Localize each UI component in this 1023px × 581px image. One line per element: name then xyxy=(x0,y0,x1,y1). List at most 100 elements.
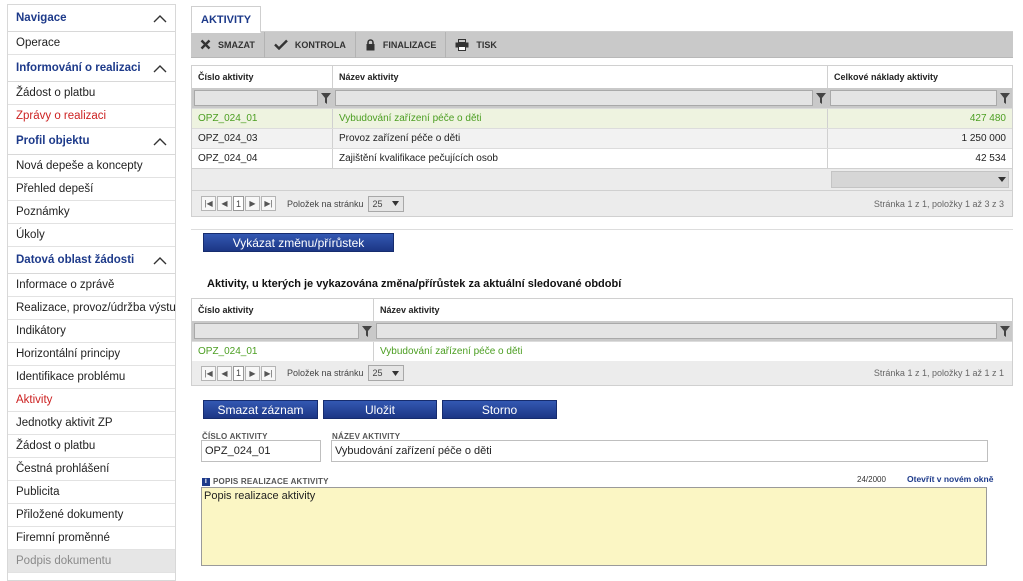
activity-name-field[interactable]: Vybudování zařízení péče o děti xyxy=(331,440,988,462)
sidebar-item-informace-o-zprave[interactable]: Informace o zprávě xyxy=(8,274,175,297)
filter-input-nazev[interactable] xyxy=(335,90,813,106)
column-select[interactable] xyxy=(831,171,1009,188)
sidebar-item-horizontalni-principy[interactable]: Horizontální principy xyxy=(8,343,175,366)
table-row[interactable]: OPZ_024_01 Vybudování zařízení péče o dě… xyxy=(192,341,1012,361)
cell-naklady: 427 480 xyxy=(969,113,1006,124)
sidebar-item-podpis-dokumentu: Podpis dokumentu xyxy=(8,550,175,573)
filter-icon[interactable] xyxy=(362,325,372,337)
table-header: Číslo aktivity Název aktivity Celkové ná… xyxy=(192,66,1012,88)
per-page-select[interactable]: 25 xyxy=(367,365,404,381)
filter-input-cislo[interactable] xyxy=(194,323,359,339)
close-icon xyxy=(200,39,211,50)
filter-icon[interactable] xyxy=(816,92,826,104)
prev-page-icon[interactable]: ◀ xyxy=(217,196,232,211)
filter-input-cislo[interactable] xyxy=(194,90,318,106)
column-header-naklady[interactable]: Celkové náklady aktivity xyxy=(828,66,1012,88)
column-header-nazev[interactable]: Název aktivity xyxy=(374,299,1012,321)
table-row[interactable]: OPZ_024_04 Zajištění kvalifikace pečujíc… xyxy=(192,148,1012,168)
sidebar-item-indikatory[interactable]: Indikátory xyxy=(8,320,175,343)
cell-cislo: OPZ_024_03 xyxy=(192,129,333,148)
sidebar-item-identifikace-problemu[interactable]: Identifikace problému xyxy=(8,366,175,389)
sidebar-item-zadost-o-platbu[interactable]: Žádost o platbu xyxy=(8,82,175,105)
nav-section-navigace[interactable]: Navigace xyxy=(8,5,175,32)
report-change-button[interactable]: Vykázat změnu/přírůstek xyxy=(203,233,394,252)
sidebar-item-zadost-o-platbu-2[interactable]: Žádost o platbu xyxy=(8,435,175,458)
nav-section-informovani[interactable]: Informování o realizaci xyxy=(8,55,175,82)
description-label: i POPIS REALIZACE AKTIVITY xyxy=(202,477,329,486)
print-button[interactable]: TISK xyxy=(446,32,506,58)
nav-section-datova-oblast[interactable]: Datová oblast žádosti xyxy=(8,247,175,274)
cancel-button[interactable]: Storno xyxy=(442,400,557,419)
delete-button[interactable]: SMAZAT xyxy=(191,31,265,58)
sidebar-item-prilozene-dokumenty[interactable]: Přiložené dokumenty xyxy=(8,504,175,527)
sidebar-item-firemni-promenne[interactable]: Firemní proměnné xyxy=(8,527,175,550)
sidebar-item-operace[interactable]: Operace xyxy=(8,32,175,55)
save-button[interactable]: Uložit xyxy=(323,400,437,419)
filter-icon[interactable] xyxy=(1000,325,1010,337)
first-page-icon[interactable]: |◀ xyxy=(201,196,216,211)
sidebar-item-ukoly[interactable]: Úkoly xyxy=(8,224,175,247)
chevron-down-icon xyxy=(391,201,399,206)
description-textarea[interactable]: Popis realizace aktivity xyxy=(201,487,987,566)
sidebar-item-nova-depese[interactable]: Nová depeše a koncepty xyxy=(8,155,175,178)
per-page-select[interactable]: 25 xyxy=(367,195,404,212)
sidebar: Navigace Operace Informování o realizaci… xyxy=(7,4,176,581)
sidebar-item-poznamky[interactable]: Poznámky xyxy=(8,201,175,224)
cell-nazev: Provoz zařízení péče o děti xyxy=(333,129,828,148)
open-in-new-window-link[interactable]: Otevřít v novém okně xyxy=(907,474,993,484)
cell-nazev: Vybudování zařízení péče o děti xyxy=(333,109,828,128)
info-icon[interactable]: i xyxy=(202,477,210,486)
nav-section-profil-objektu[interactable]: Profil objektu xyxy=(8,128,175,155)
changed-activities-table: Číslo aktivity Název aktivity OPZ_024_01… xyxy=(191,298,1013,362)
column-header-cislo[interactable]: Číslo aktivity xyxy=(192,299,374,321)
sidebar-item-zpravy-o-realizaci[interactable]: Zprávy o realizaci xyxy=(8,105,175,128)
tab-aktivity[interactable]: AKTIVITY xyxy=(191,6,262,33)
sidebar-item-publicita[interactable]: Publicita xyxy=(8,481,175,504)
chevron-down-icon xyxy=(391,370,399,376)
cell-nazev: Zajištění kvalifikace pečujících osob xyxy=(333,149,828,168)
filter-row xyxy=(192,88,1012,108)
next-page-icon[interactable]: ▶ xyxy=(245,196,260,211)
chevron-up-icon xyxy=(153,256,167,264)
printer-icon xyxy=(455,38,469,51)
pager: |◀ ◀ 1 ▶ ▶| Položek na stránku 25 Stránk… xyxy=(191,361,1013,386)
filter-icon[interactable] xyxy=(1000,92,1010,104)
table-row[interactable]: OPZ_024_03 Provoz zařízení péče o děti 1… xyxy=(192,128,1012,148)
pager-info: Stránka 1 z 1, položky 1 až 3 z 3 xyxy=(873,198,1004,209)
section-title: Aktivity, u kterých je vykazována změna/… xyxy=(207,278,622,290)
table-row[interactable]: OPZ_024_01 Vybudování zařízení péče o dě… xyxy=(192,108,1012,128)
sidebar-item-prehled-depesi[interactable]: Přehled depeší xyxy=(8,178,175,201)
current-page[interactable]: 1 xyxy=(233,365,244,381)
toolbar: SMAZAT KONTROLA FINALIZACE TISK xyxy=(191,31,1013,58)
main-panel: AKTIVITY SMAZAT KONTROLA FINALIZACE TISK… xyxy=(191,4,1013,581)
filter-input-naklady[interactable] xyxy=(830,90,997,106)
delete-record-button[interactable]: Smazat záznam xyxy=(203,400,318,419)
filter-icon[interactable] xyxy=(321,92,331,104)
per-page-label: Položek na stránku xyxy=(287,368,364,378)
check-button[interactable]: KONTROLA xyxy=(265,31,356,58)
column-header-cislo[interactable]: Číslo aktivity xyxy=(192,66,333,88)
sidebar-item-realizace[interactable]: Realizace, provoz/údržba výstupu xyxy=(8,297,175,320)
prev-page-icon[interactable]: ◀ xyxy=(217,365,232,381)
finalize-button[interactable]: FINALIZACE xyxy=(356,31,447,58)
first-page-icon[interactable]: |◀ xyxy=(201,365,216,381)
lock-icon xyxy=(366,38,375,50)
cell-naklady: 1 250 000 xyxy=(961,133,1007,144)
activity-number-field[interactable]: OPZ_024_01 xyxy=(201,440,321,462)
column-header-nazev[interactable]: Název aktivity xyxy=(333,66,828,88)
filter-input-nazev[interactable] xyxy=(376,323,997,339)
tab-strip: AKTIVITY xyxy=(191,4,1013,33)
sidebar-item-aktivity[interactable]: Aktivity xyxy=(8,389,175,412)
last-page-icon[interactable]: ▶| xyxy=(261,365,276,381)
current-page[interactable]: 1 xyxy=(233,196,244,211)
chevron-down-icon xyxy=(998,177,1006,182)
last-page-icon[interactable]: ▶| xyxy=(261,196,276,211)
cell-nazev: Vybudování zařízení péče o děti xyxy=(380,346,523,357)
horizontal-scroll-area xyxy=(192,168,1012,190)
cell-naklady: 42 534 xyxy=(975,153,1006,164)
pager-info: Stránka 1 z 1, položky 1 až 1 z 1 xyxy=(873,368,1004,378)
sidebar-item-cestna-prohlaseni[interactable]: Čestná prohlášení xyxy=(8,458,175,481)
next-page-icon[interactable]: ▶ xyxy=(245,365,260,381)
pager: |◀ ◀ 1 ▶ ▶| Položek na stránku 25 Stránk… xyxy=(191,191,1013,217)
sidebar-item-jednotky-aktivit[interactable]: Jednotky aktivit ZP xyxy=(8,412,175,435)
